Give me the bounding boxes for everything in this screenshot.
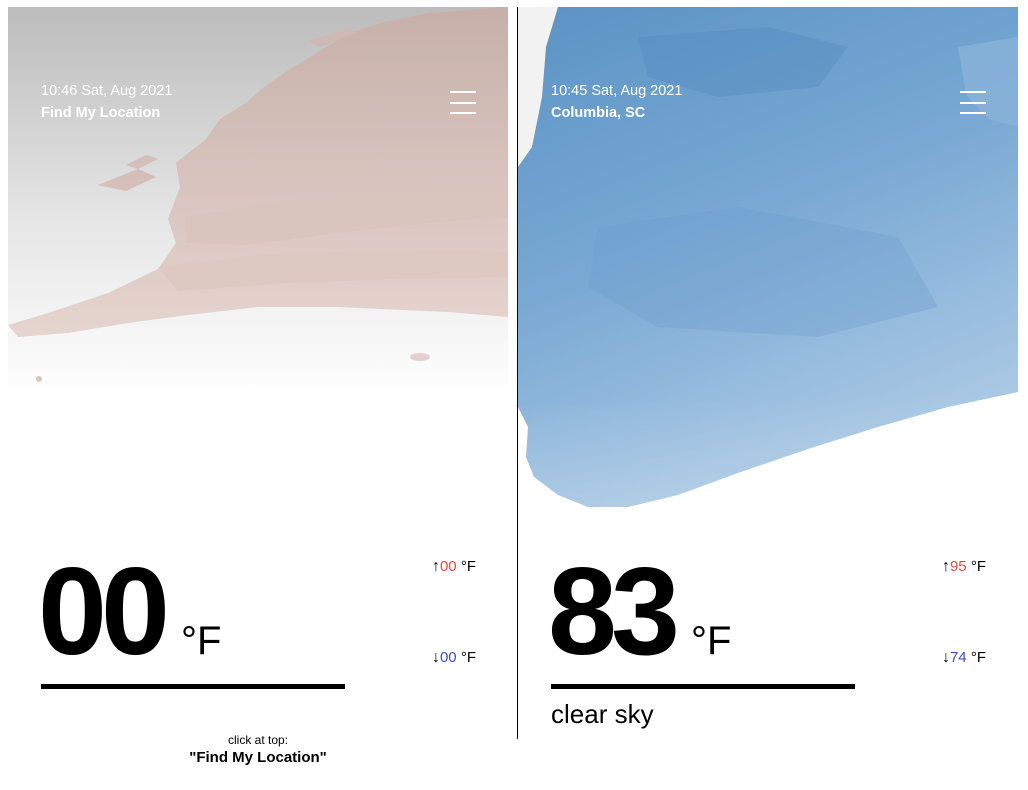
temperature-underline [41, 684, 345, 689]
hamburger-menu-icon[interactable] [960, 91, 986, 115]
down-arrow-icon: ↓ [431, 649, 440, 666]
header: 10:45 Sat, Aug 2021 Columbia, SC [551, 83, 986, 143]
date-time: 10:46 Sat, Aug 2021 [41, 83, 173, 99]
down-arrow-icon: ↓ [941, 649, 950, 666]
current-temperature: 83 [548, 543, 680, 681]
high-temperature: ↑00 °F [432, 558, 476, 576]
hint-location-label: "Find My Location" [189, 749, 327, 766]
up-arrow-icon: ↑ [941, 558, 950, 575]
temperature-underline [551, 684, 855, 689]
hamburger-menu-icon[interactable] [450, 91, 476, 115]
find-my-location-link[interactable]: Find My Location [41, 105, 160, 121]
current-temperature: 00 [38, 543, 170, 681]
weather-card-find-location: 10:46 Sat, Aug 2021 Find My Location 00 … [8, 7, 508, 790]
weather-description: clear sky [551, 699, 654, 729]
up-arrow-icon: ↑ [431, 558, 440, 575]
date-time: 10:45 Sat, Aug 2021 [551, 83, 683, 99]
high-unit: °F [460, 558, 476, 575]
low-value: 00 [439, 649, 457, 666]
high-value: 00 [439, 558, 457, 575]
low-unit: °F [460, 649, 476, 666]
high-temperature: ↑95 °F [942, 558, 986, 576]
high-unit: °F [970, 558, 986, 575]
location-name[interactable]: Columbia, SC [551, 105, 645, 121]
low-temperature: ↓00 °F [432, 649, 476, 667]
hint-text: click at top: [227, 733, 289, 747]
weather-card-columbia: 10:45 Sat, Aug 2021 Columbia, SC 83 °F ↑… [518, 7, 1018, 790]
temperature-unit: °F [181, 619, 222, 663]
header: 10:46 Sat, Aug 2021 Find My Location [41, 83, 476, 143]
low-value: 74 [949, 649, 967, 666]
low-temperature: ↓74 °F [942, 649, 986, 667]
high-value: 95 [949, 558, 967, 575]
low-unit: °F [970, 649, 986, 666]
temperature-unit: °F [691, 619, 732, 663]
